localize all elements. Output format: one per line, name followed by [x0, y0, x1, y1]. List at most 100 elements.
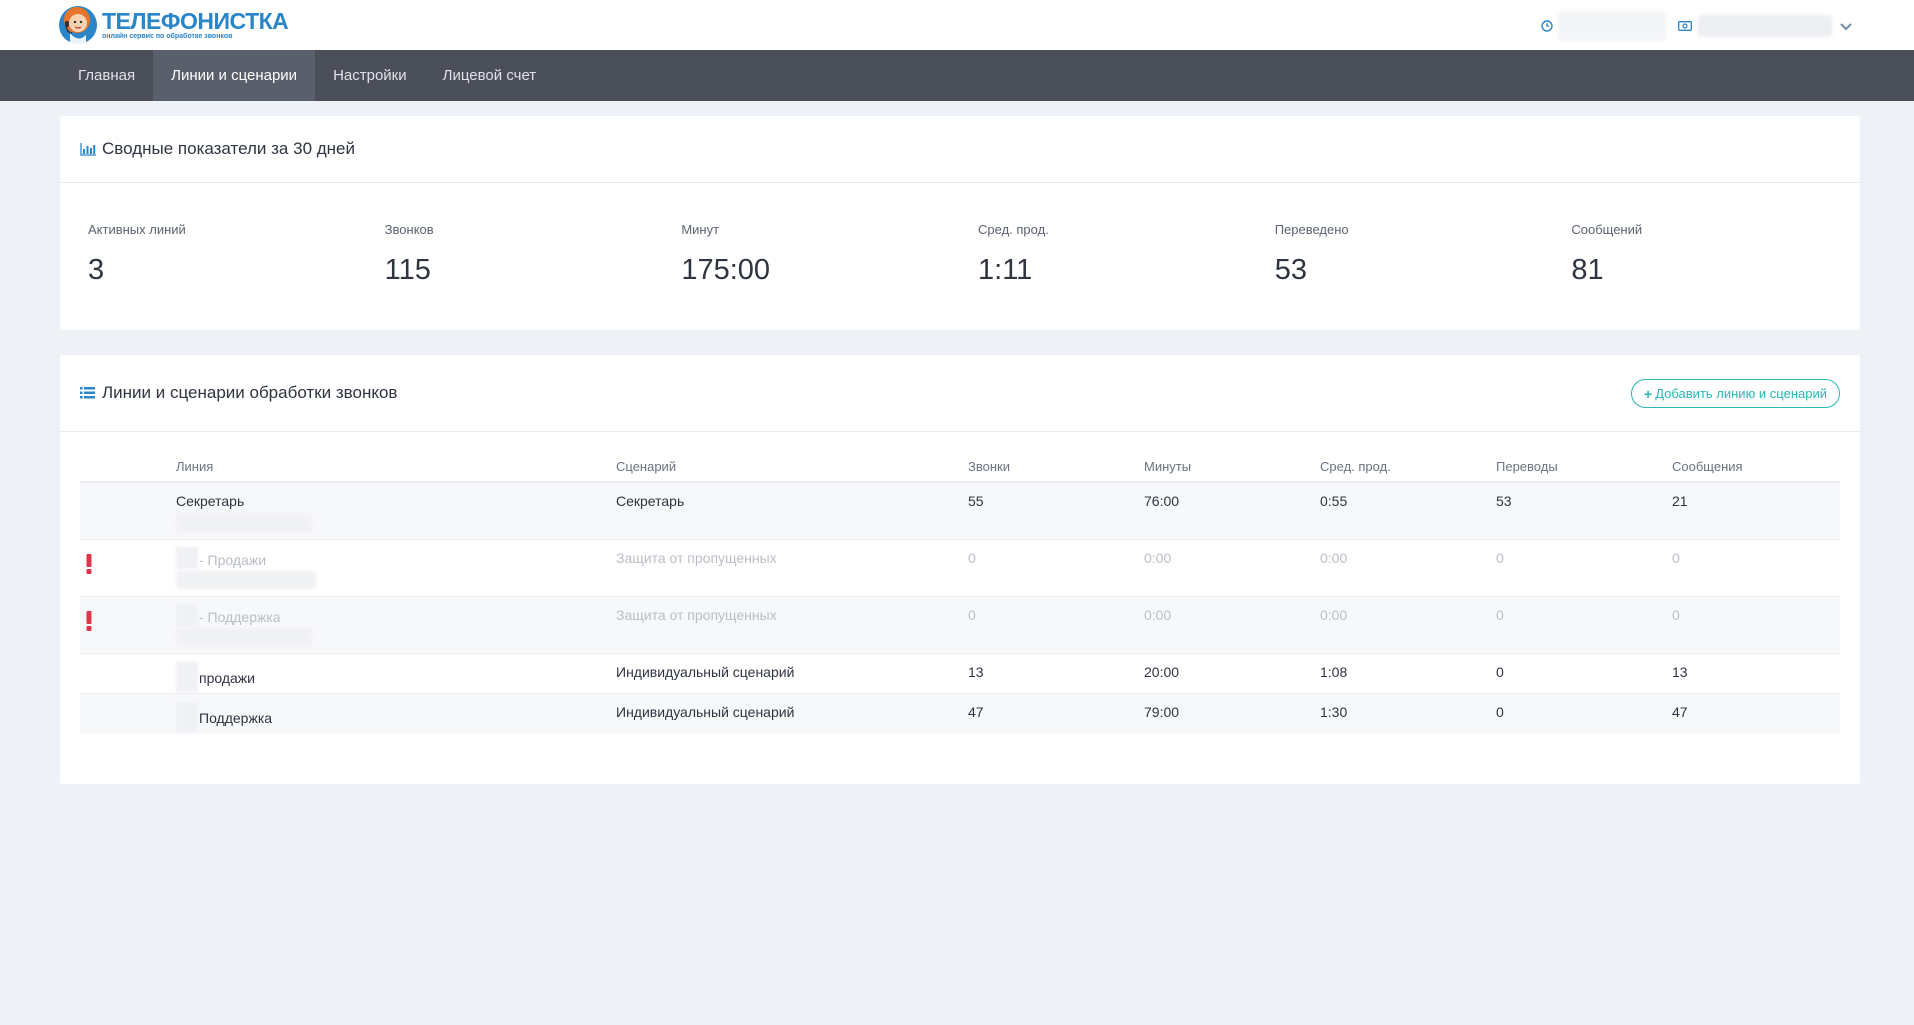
lines-table: Линия Сценарий Звонки Минуты Сред. прод.…	[80, 451, 1840, 734]
phone-number-redacted	[176, 571, 316, 589]
clock-icon	[1540, 19, 1554, 33]
column-header[interactable]: Сред. прод.	[1320, 451, 1496, 481]
line-cell[interactable]: Поддержка	[176, 694, 616, 734]
minutes-cell: 79:00	[1144, 704, 1180, 720]
stat-value: 53	[1274, 254, 1307, 286]
calls-cell: 0	[968, 550, 976, 566]
line-prefix-redacted	[176, 702, 198, 732]
account-name-redacted[interactable]	[1698, 15, 1832, 37]
transfers-cell: 0	[1496, 550, 1504, 566]
avg-cell: 0:55	[1320, 493, 1348, 509]
scenario-cell[interactable]: Защита от пропущенных	[616, 540, 968, 596]
stat-messages: Сообщений 81	[1571, 222, 1868, 287]
nav-item-lines[interactable]: Линии и сценарии	[153, 50, 316, 101]
summary-stats: Активных линий 3 Звонков 115 Минут 175:0…	[88, 222, 1868, 287]
table-row[interactable]: Секретарь Секретарь 55 76:00 0:55 53 21	[80, 483, 1840, 540]
line-cell[interactable]: продажи	[176, 654, 616, 693]
warning-icon	[86, 611, 92, 631]
chevron-down-icon[interactable]	[1838, 18, 1854, 34]
stat-value: 115	[384, 254, 431, 286]
header-account-area	[1540, 11, 1854, 41]
calls-cell: 47	[968, 704, 984, 720]
line-cell[interactable]: Секретарь	[176, 483, 616, 539]
table-row[interactable]: - Продажи Защита от пропущенных 0 0:00 0…	[80, 540, 1840, 597]
transfers-cell: 53	[1496, 493, 1512, 509]
logo-subtitle: онлайн сервис по обработке звонков	[102, 33, 233, 40]
column-header[interactable]: Сообщения	[1672, 451, 1840, 481]
scenario-cell[interactable]: Индивидуальный сценарий	[616, 694, 968, 734]
stat-label: Сред. прод.	[978, 222, 1049, 237]
column-header[interactable]: Звонки	[968, 451, 1144, 481]
stat-transferred: Переведено 53	[1275, 222, 1572, 287]
transfers-cell: 0	[1496, 607, 1504, 623]
nav-item-settings[interactable]: Настройки	[315, 50, 425, 101]
summary-title: Сводные показатели за 30 дней	[102, 139, 355, 158]
phone-number-redacted	[176, 514, 312, 532]
stat-active-lines: Активных линий 3	[88, 222, 385, 287]
summary-card: Сводные показатели за 30 дней Активных л…	[60, 116, 1860, 330]
stat-label: Переведено	[1274, 222, 1349, 237]
column-header[interactable]: Минуты	[1144, 451, 1320, 481]
stat-value: 3	[88, 254, 105, 286]
column-header-status	[80, 451, 176, 481]
lines-card: Линии и сценарии обработки звонков + Доб…	[60, 355, 1860, 784]
cash-icon	[1678, 19, 1692, 33]
stat-value: 81	[1571, 254, 1604, 286]
stat-avg-duration: Сред. прод. 1:11	[978, 222, 1275, 287]
table-row[interactable]: продажи Индивидуальный сценарий 13 20:00…	[80, 654, 1840, 694]
table-header: Линия Сценарий Звонки Минуты Сред. прод.…	[80, 451, 1840, 483]
status-cell	[80, 597, 176, 653]
transfers-cell: 0	[1496, 664, 1504, 680]
stat-minutes: Минут 175:00	[681, 222, 978, 287]
status-cell	[80, 654, 176, 693]
stat-calls: Звонков 115	[385, 222, 682, 287]
status-cell	[80, 540, 176, 596]
logo[interactable]: ТЕЛЕФОНИСТКА онлайн сервис по обработке …	[58, 3, 289, 47]
phone-number-redacted	[176, 628, 312, 646]
line-name[interactable]: - Поддержка	[199, 609, 281, 625]
plus-icon: +	[1644, 385, 1653, 402]
avg-cell: 1:08	[1320, 664, 1348, 680]
scenario-cell[interactable]: Защита от пропущенных	[616, 597, 968, 653]
table-row[interactable]: - Поддержка Защита от пропущенных 0 0:00…	[80, 597, 1840, 654]
stat-label: Активных линий	[88, 222, 186, 237]
top-header: ТЕЛЕФОНИСТКА онлайн сервис по обработке …	[0, 0, 1914, 50]
line-name[interactable]: Поддержка	[199, 710, 272, 726]
avg-cell: 0:00	[1320, 607, 1348, 623]
calls-cell: 13	[968, 664, 984, 680]
line-cell[interactable]: - Продажи	[176, 540, 616, 596]
line-cell[interactable]: - Поддержка	[176, 597, 616, 653]
messages-cell: 13	[1672, 664, 1688, 680]
operator-mascot-icon	[58, 3, 98, 47]
minutes-cell: 20:00	[1144, 664, 1180, 680]
nav-item-home[interactable]: Главная	[60, 50, 153, 101]
messages-cell: 21	[1672, 493, 1688, 509]
line-name[interactable]: - Продажи	[199, 552, 266, 568]
line-prefix-redacted	[176, 604, 198, 626]
column-header[interactable]: Сценарий	[616, 451, 968, 481]
add-line-button[interactable]: + Добавить линию и сценарий	[1631, 379, 1840, 408]
line-name[interactable]: Секретарь	[176, 493, 244, 509]
nav-item-account[interactable]: Лицевой счет	[425, 50, 555, 101]
balance-time-redacted	[1558, 11, 1666, 41]
list-icon	[80, 386, 96, 400]
add-line-button-label: Добавить линию и сценарий	[1655, 386, 1827, 401]
scenario-cell[interactable]: Секретарь	[616, 483, 968, 539]
scenario-cell[interactable]: Индивидуальный сценарий	[616, 654, 968, 693]
avg-cell: 0:00	[1320, 550, 1348, 566]
column-header[interactable]: Линия	[176, 451, 616, 481]
minutes-cell: 0:00	[1144, 607, 1172, 623]
stat-value: 175:00	[681, 254, 771, 286]
line-prefix-redacted	[176, 662, 198, 692]
minutes-cell: 0:00	[1144, 550, 1172, 566]
line-name[interactable]: продажи	[199, 670, 255, 686]
lines-title: Линии и сценарии обработки звонков	[102, 383, 398, 402]
stat-label: Звонков	[384, 222, 434, 237]
messages-cell: 0	[1672, 550, 1680, 566]
messages-cell: 0	[1672, 607, 1680, 623]
stat-value: 1:11	[978, 254, 1033, 286]
table-row[interactable]: Поддержка Индивидуальный сценарий 47 79:…	[80, 694, 1840, 734]
column-header[interactable]: Переводы	[1496, 451, 1672, 481]
transfers-cell: 0	[1496, 704, 1504, 720]
warning-icon	[86, 554, 92, 574]
